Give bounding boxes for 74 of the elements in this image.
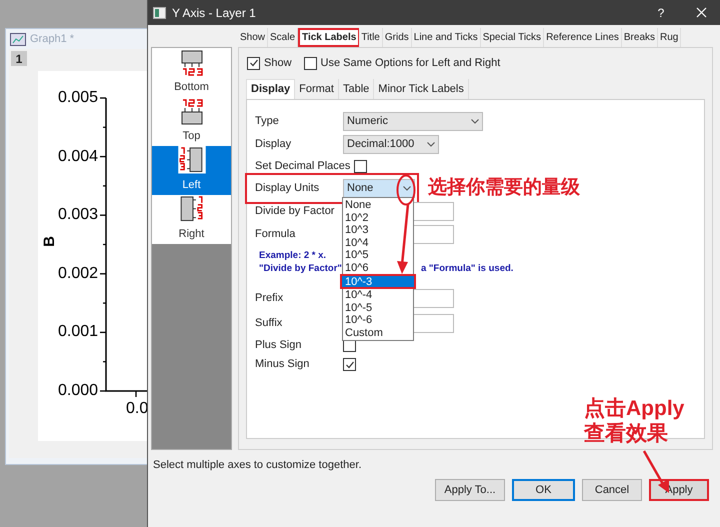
field-label: Set Decimal Places bbox=[255, 159, 352, 174]
highlight-ellipse bbox=[396, 174, 416, 206]
dropdown[interactable]: Decimal:1000 bbox=[343, 135, 439, 154]
annotation-text: 选择你需要的量级 bbox=[428, 176, 580, 200]
annotation-text: 查看效果 bbox=[584, 421, 668, 446]
close-icon[interactable] bbox=[696, 7, 707, 18]
tick-label: 0.004 bbox=[58, 148, 98, 165]
tab[interactable]: Tick Labels bbox=[298, 28, 360, 47]
checkbox-label: Show bbox=[264, 56, 292, 71]
dropdown-option[interactable]: None bbox=[343, 199, 413, 212]
checkbox[interactable] bbox=[354, 160, 368, 173]
axis-left-icon bbox=[178, 146, 206, 174]
tab[interactable]: Special Ticks bbox=[480, 28, 544, 47]
field-label: Formula bbox=[255, 227, 296, 242]
checkbox-label: Use Same Options for Left and Right bbox=[320, 56, 500, 71]
tick-label: 0.002 bbox=[58, 266, 98, 282]
field-label: Display bbox=[255, 137, 292, 152]
dropdown[interactable]: Numeric bbox=[343, 112, 483, 131]
tab[interactable]: Rug bbox=[658, 28, 682, 47]
caret-icon bbox=[427, 142, 435, 147]
dropdown-option[interactable]: 10^-6 bbox=[343, 314, 413, 326]
dropdown-option[interactable]: 10^-5 bbox=[343, 302, 413, 314]
dropdown-option[interactable]: 10^3 bbox=[343, 224, 413, 236]
annotation-text: 点击Apply bbox=[584, 396, 684, 421]
checkbox[interactable] bbox=[304, 56, 317, 70]
tick-label: 0.005 bbox=[58, 90, 98, 106]
dialog-title: Y Axis - Layer 1 bbox=[172, 4, 257, 22]
field-label: Display Units bbox=[255, 181, 320, 196]
help-button[interactable]: ? bbox=[646, 4, 676, 22]
dialog-icon bbox=[153, 6, 166, 18]
axis-title: B bbox=[42, 236, 57, 247]
tab[interactable]: Title bbox=[359, 28, 383, 47]
tab[interactable]: Show bbox=[238, 28, 268, 47]
field-label: Suffix bbox=[255, 316, 284, 331]
checkbox[interactable] bbox=[247, 56, 260, 70]
dialog-button[interactable]: OK bbox=[512, 479, 575, 501]
window-title: Graph1 * bbox=[30, 32, 74, 47]
tab[interactable]: Grids bbox=[382, 28, 412, 47]
example-note: a "Formula" is used. bbox=[421, 262, 514, 275]
axis-right-icon bbox=[178, 195, 206, 222]
field-label: Plus Sign bbox=[255, 338, 302, 354]
dropdown-option[interactable]: 10^6 bbox=[343, 262, 413, 274]
dialog-button[interactable]: Cancel bbox=[582, 479, 642, 501]
caret-icon bbox=[471, 119, 479, 124]
tick-label: 0.000 bbox=[58, 383, 98, 399]
dropdown-option[interactable]: 10^-3 bbox=[340, 274, 416, 289]
tick-label: 0.001 bbox=[58, 324, 98, 340]
dropdown[interactable]: None bbox=[343, 179, 415, 198]
tick-label: 0.003 bbox=[58, 207, 98, 224]
example-note: Example: 2 * x. bbox=[259, 249, 326, 262]
graph-icon bbox=[10, 32, 26, 46]
dropdown-option[interactable]: 10^2 bbox=[343, 212, 413, 224]
tick-label: 0.0 bbox=[126, 401, 148, 417]
tab[interactable]: Line and Ticks bbox=[412, 28, 481, 47]
caret-icon bbox=[403, 186, 411, 191]
example-note: "Divide by Factor" bbox=[259, 262, 342, 275]
subtab[interactable]: Display bbox=[246, 79, 296, 99]
annotation-arrow bbox=[396, 203, 410, 275]
status-text: Select multiple axes to customize together. bbox=[153, 458, 362, 472]
dialog-button[interactable]: Apply To... bbox=[435, 479, 505, 501]
tab[interactable]: Scale bbox=[268, 28, 298, 47]
field-label: Prefix bbox=[255, 291, 284, 306]
dropdown-option[interactable]: 10^-4 bbox=[343, 289, 413, 302]
field-label: Divide by Factor bbox=[255, 204, 336, 220]
dropdown-option[interactable]: 10^5 bbox=[343, 249, 413, 262]
layer-tab[interactable]: 1 bbox=[11, 51, 27, 66]
field-label: Type bbox=[255, 114, 280, 130]
tab[interactable]: Breaks bbox=[622, 28, 658, 47]
tab[interactable]: Reference Lines bbox=[544, 28, 622, 47]
checkbox[interactable] bbox=[343, 358, 356, 371]
field-label: Minus Sign bbox=[255, 357, 310, 372]
dropdown-option[interactable]: Custom bbox=[343, 326, 413, 339]
axis-item[interactable]: Left bbox=[152, 146, 231, 195]
dropdown-option[interactable]: 10^4 bbox=[343, 236, 413, 249]
